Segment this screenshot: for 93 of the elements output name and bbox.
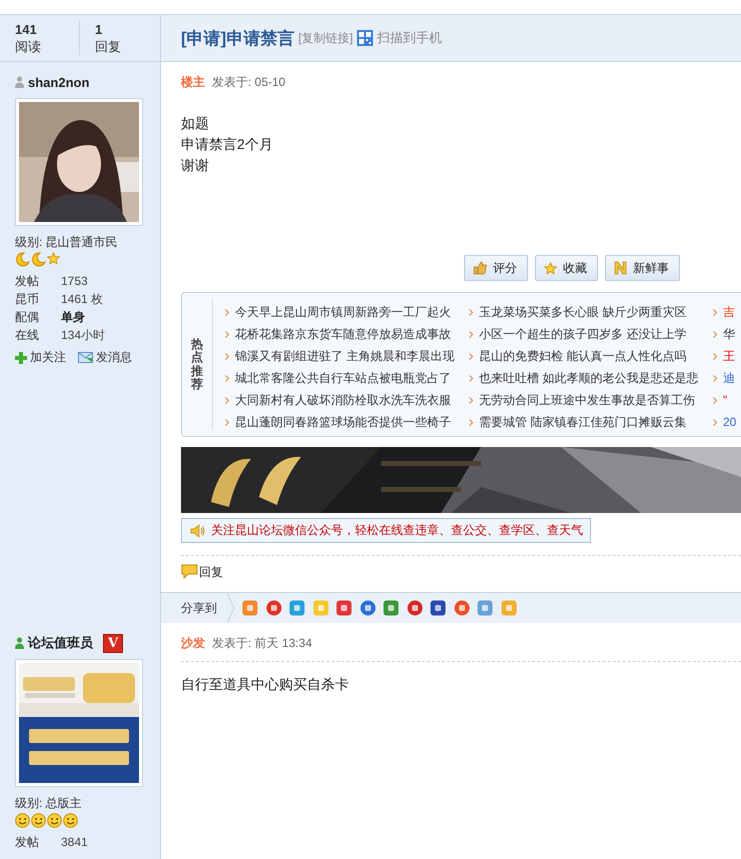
stat-value: 1753 (61, 273, 88, 290)
reply-link[interactable]: 回复 (199, 564, 223, 581)
chevron-icon (225, 352, 229, 360)
stat-label: 在线 (15, 327, 40, 344)
user-level: 级别: 昆山普通市民 (15, 234, 119, 251)
speech-bubble-icon[interactable] (181, 564, 198, 579)
chevron-icon (225, 418, 229, 426)
stat-value: 134小时 (61, 327, 106, 344)
favorite-button[interactable]: 收藏 (535, 255, 598, 281)
star-icon (47, 252, 60, 265)
envelope-icon[interactable] (78, 352, 93, 363)
chevron-icon (713, 352, 717, 360)
stat-value: 3841 (61, 834, 88, 851)
share-service-icon[interactable] (360, 600, 376, 616)
chevron-icon (713, 308, 717, 316)
chevron-icon (469, 374, 473, 382)
hot-topic-link[interactable]: 迪 (723, 370, 735, 386)
notice-link[interactable]: 关注昆山论坛微信公众号，轻松在线查违章、查公交、查学区、查天气 (211, 522, 583, 539)
chevron-icon (713, 396, 717, 404)
hot-topic-link[interactable]: 王 (723, 348, 735, 364)
chevron-icon (469, 396, 473, 404)
share-service-icon[interactable] (336, 600, 352, 616)
hot-topic-link[interactable]: 无劳动合同上班途中发生事故是否算工伤 (479, 392, 695, 408)
post-time: 发表于: 05-10 (212, 74, 286, 91)
chevron-icon (225, 330, 229, 338)
section-title: 热点推荐 (191, 338, 203, 391)
replies-count: 1 (95, 21, 102, 38)
chevron-icon (469, 418, 473, 426)
rate-button[interactable]: 评分 (464, 255, 528, 281)
replies-label: 回复 (95, 38, 121, 55)
author-name[interactable]: shan2non (28, 74, 90, 90)
chevron-icon (713, 418, 717, 426)
stat-label: 配偶 (15, 309, 40, 326)
hot-topic-link[interactable]: " (723, 393, 728, 407)
share-service-icon[interactable] (430, 600, 446, 616)
chevron-icon (713, 374, 717, 382)
thumbs-up-icon (473, 261, 487, 275)
stat-label: 发帖 (15, 273, 40, 290)
share-service-icon[interactable] (454, 600, 470, 616)
share-service-icon[interactable] (406, 600, 422, 616)
hot-topic-link[interactable]: 也来吐吐槽 如此孝顺的老公我是悲还是悲 (479, 370, 698, 386)
user-level: 级别: 总版主 (15, 795, 83, 812)
speaker-icon (190, 524, 205, 538)
stat-label: 发帖 (15, 834, 40, 851)
chevron-icon (225, 396, 229, 404)
hot-topic-link[interactable]: 大同新村有人破坏消防栓取水洗车洗衣服 (235, 392, 451, 408)
post-text: 如题 (181, 114, 210, 133)
moon-icon (31, 252, 46, 267)
smiley-icon (31, 813, 46, 828)
stat-label: 昆币 (15, 291, 40, 308)
qr-code-icon[interactable] (357, 30, 373, 46)
views-label: 阅读 (15, 38, 41, 55)
follow-link[interactable]: 加关注 (30, 349, 66, 366)
post-time: 发表于: 前天 13:34 (212, 635, 312, 652)
star-icon (544, 262, 557, 274)
chevron-icon (469, 352, 473, 360)
stat-value: 单身 (61, 309, 85, 326)
chevron-icon (469, 330, 473, 338)
stat-value: 1461 枚 (61, 291, 104, 308)
views-count: 141 (15, 21, 37, 38)
chevron-icon (713, 330, 717, 338)
hot-topic-link[interactable]: 昆山的免费妇检 能认真一点人性化点吗 (479, 348, 686, 364)
chevron-icon (469, 308, 473, 316)
news-button[interactable]: 新鲜事 (605, 255, 680, 281)
author-name[interactable]: 论坛值班员 (28, 634, 93, 652)
hot-topic-link[interactable]: 城北常客隆公共自行车站点被电瓶党占了 (235, 370, 451, 386)
floor-label: 沙发 (181, 635, 205, 652)
hot-topic-link[interactable]: 花桥花集路京东货车随意停放易造成事故 (235, 326, 451, 342)
hot-topic-link[interactable]: 小区一个超生的孩子四岁多 还没让上学 (479, 326, 686, 342)
share-service-icon[interactable] (266, 600, 282, 616)
chevron-icon (225, 374, 229, 382)
smiley-icon (47, 813, 62, 828)
hot-topic-link[interactable]: 锦溪又有剧组进驻了 主角姚晨和李晨出现 (235, 348, 454, 364)
moon-icon (15, 252, 30, 267)
hot-topic-link[interactable]: 华 (723, 326, 735, 342)
post-text: 谢谢 (181, 156, 210, 175)
hot-topic-link[interactable]: 20 (723, 415, 736, 429)
message-link[interactable]: 发消息 (96, 349, 132, 366)
thread-title: [申请]申请禁言 (181, 28, 294, 50)
share-label: 分享到 (181, 600, 217, 616)
verified-badge: V (103, 634, 124, 652)
post-text: 自行至道具中心购买自杀卡 (181, 675, 350, 694)
share-service-icon[interactable] (383, 600, 399, 616)
hot-topic-link[interactable]: 玉龙菜场买菜多长心眼 缺斤少两重灾区 (479, 304, 686, 320)
smiley-icon (15, 813, 30, 828)
hot-topic-link[interactable]: 今天早上昆山周市镇周新路旁一工厂起火 (235, 304, 451, 320)
chevron-icon (225, 308, 229, 316)
floor-label: 楼主 (181, 74, 205, 91)
hot-topic-link[interactable]: 需要城管 陆家镇春江佳苑门口摊贩云集 (479, 414, 686, 430)
smiley-icon (63, 813, 78, 828)
hot-topic-link[interactable]: 昆山蓬朗同春路篮球场能否提供一些椅子 (235, 414, 451, 430)
post-text: 申请禁言2个月 (181, 135, 274, 154)
plus-icon[interactable] (15, 352, 27, 364)
